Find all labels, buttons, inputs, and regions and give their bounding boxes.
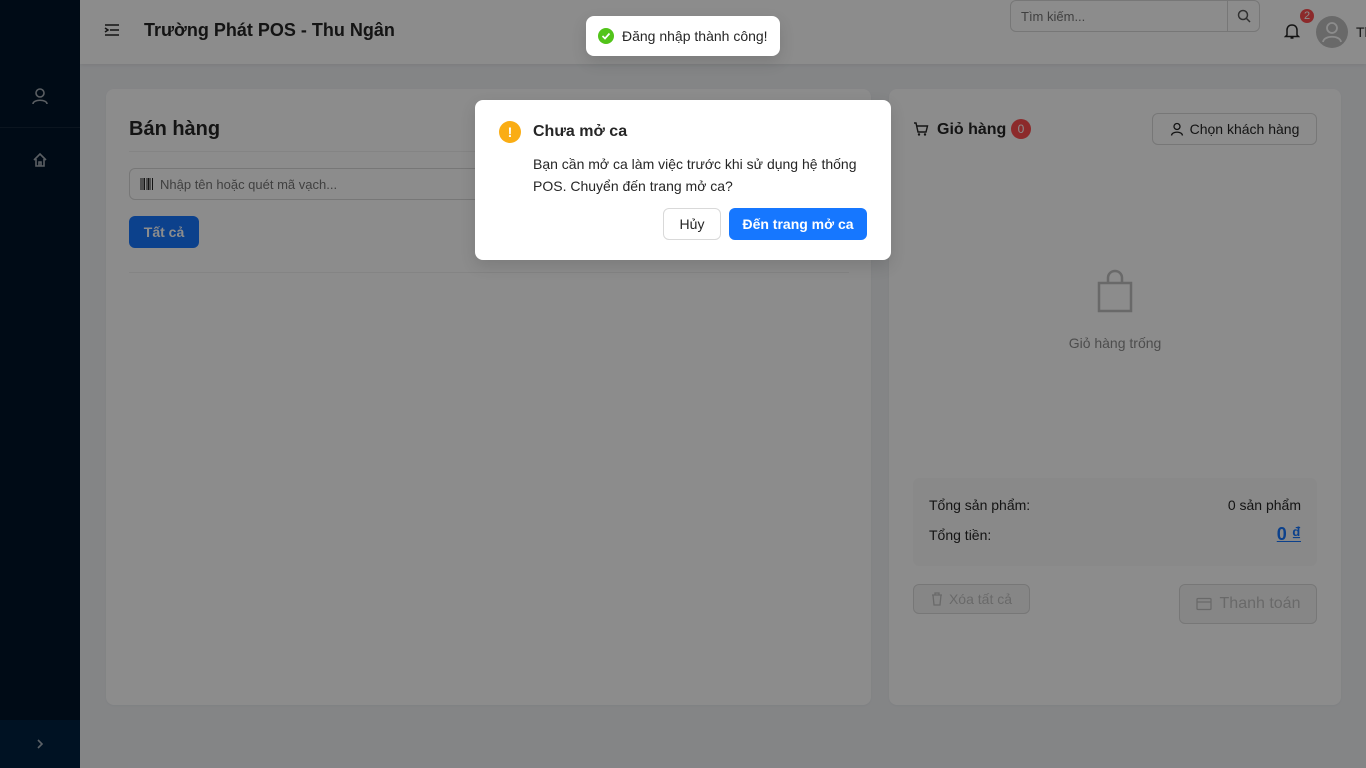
confirm-modal: ! Chưa mở ca Bạn cần mở ca làm việc trướ… bbox=[475, 100, 891, 260]
go-to-open-shift-button[interactable]: Đến trang mở ca bbox=[729, 208, 867, 240]
check-circle-icon bbox=[598, 28, 614, 44]
toast-message: Đăng nhập thành công! bbox=[622, 28, 768, 44]
modal-content: Bạn cần mở ca làm việc trước khi sử dụng… bbox=[533, 156, 857, 194]
cancel-button[interactable]: Hủy bbox=[663, 208, 721, 240]
modal-title: Chưa mở ca bbox=[533, 123, 628, 140]
success-toast: Đăng nhập thành công! bbox=[586, 16, 780, 56]
exclamation-circle-icon: ! bbox=[499, 121, 521, 143]
